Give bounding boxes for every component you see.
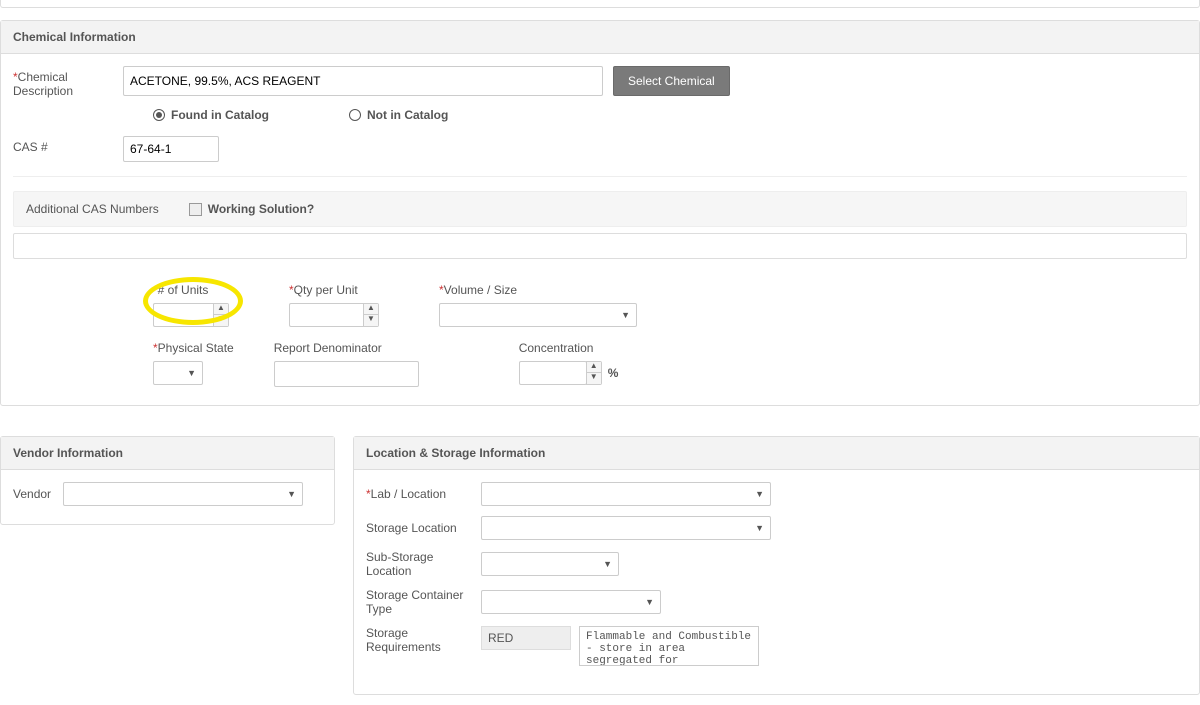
separator	[13, 176, 1187, 177]
radio-icon	[153, 109, 165, 121]
volume-size-label: *Volume / Size	[439, 283, 637, 297]
chevron-down-icon: ▼	[755, 489, 764, 499]
radio-icon	[349, 109, 361, 121]
found-in-catalog-radio[interactable]: Found in Catalog	[153, 108, 269, 122]
cas-number-input[interactable]	[123, 136, 219, 162]
working-solution-label: Working Solution?	[208, 202, 314, 216]
sub-storage-location-select[interactable]: ▼	[481, 552, 619, 576]
num-units-input[interactable]	[153, 303, 213, 327]
concentration-unit: %	[608, 366, 619, 380]
storage-requirements-label: Storage Requirements	[366, 626, 481, 654]
storage-container-type-select[interactable]: ▼	[481, 590, 661, 614]
num-units-label: *# of Units	[153, 283, 229, 297]
lab-location-label: *Lab / Location	[366, 487, 481, 501]
cas-number-label: CAS #	[13, 136, 123, 154]
chevron-down-icon: ▼	[621, 310, 630, 320]
lab-location-select[interactable]: ▼	[481, 482, 771, 506]
chemical-description-input[interactable]	[123, 66, 603, 96]
chemical-description-label: *Chemical Description	[13, 66, 123, 98]
storage-requirements-text[interactable]	[579, 626, 759, 666]
location-storage-panel: Location & Storage Information *Lab / Lo…	[353, 436, 1200, 695]
vendor-label: Vendor	[13, 487, 51, 501]
vendor-select[interactable]: ▼	[63, 482, 303, 506]
report-denominator-label: Report Denominator	[274, 341, 419, 355]
storage-requirements-code: RED	[481, 626, 571, 650]
additional-cas-label: Additional CAS Numbers	[26, 202, 159, 216]
chevron-down-icon: ▼	[645, 597, 654, 607]
not-in-catalog-radio[interactable]: Not in Catalog	[349, 108, 448, 122]
conc-down-icon[interactable]: ▼	[587, 373, 601, 384]
chevron-down-icon: ▼	[755, 523, 764, 533]
physical-state-select[interactable]: ▼	[153, 361, 203, 385]
additional-cas-bar: Additional CAS Numbers Working Solution?	[13, 191, 1187, 227]
chevron-down-icon: ▼	[187, 368, 196, 378]
concentration-input[interactable]	[519, 361, 587, 385]
volume-size-select[interactable]: ▼	[439, 303, 637, 327]
previous-panel-stub	[0, 0, 1200, 8]
working-solution-checkbox[interactable]	[189, 203, 202, 216]
storage-location-select[interactable]: ▼	[481, 516, 771, 540]
vendor-info-header: Vendor Information	[1, 437, 334, 470]
additional-cas-input[interactable]	[13, 233, 1187, 259]
physical-state-label: *Physical State	[153, 341, 234, 355]
report-denominator-input[interactable]	[274, 361, 419, 387]
storage-container-type-label: Storage Container Type	[366, 588, 481, 616]
storage-location-label: Storage Location	[366, 521, 481, 535]
qty-per-unit-input[interactable]	[289, 303, 363, 327]
select-chemical-button[interactable]: Select Chemical	[613, 66, 730, 96]
sub-storage-location-label: Sub-Storage Location	[366, 550, 481, 578]
chemical-information-panel: Chemical Information *Chemical Descripti…	[0, 20, 1200, 406]
qty-per-unit-label: *Qty per Unit	[289, 283, 379, 297]
vendor-information-panel: Vendor Information Vendor ▼	[0, 436, 335, 525]
location-storage-header: Location & Storage Information	[354, 437, 1199, 470]
concentration-label: Concentration	[519, 341, 619, 355]
chevron-down-icon: ▼	[287, 489, 296, 499]
num-units-down-icon[interactable]: ▼	[214, 315, 228, 326]
chevron-down-icon: ▼	[603, 559, 612, 569]
chemical-info-header: Chemical Information	[1, 21, 1199, 54]
qty-down-icon[interactable]: ▼	[364, 315, 378, 326]
